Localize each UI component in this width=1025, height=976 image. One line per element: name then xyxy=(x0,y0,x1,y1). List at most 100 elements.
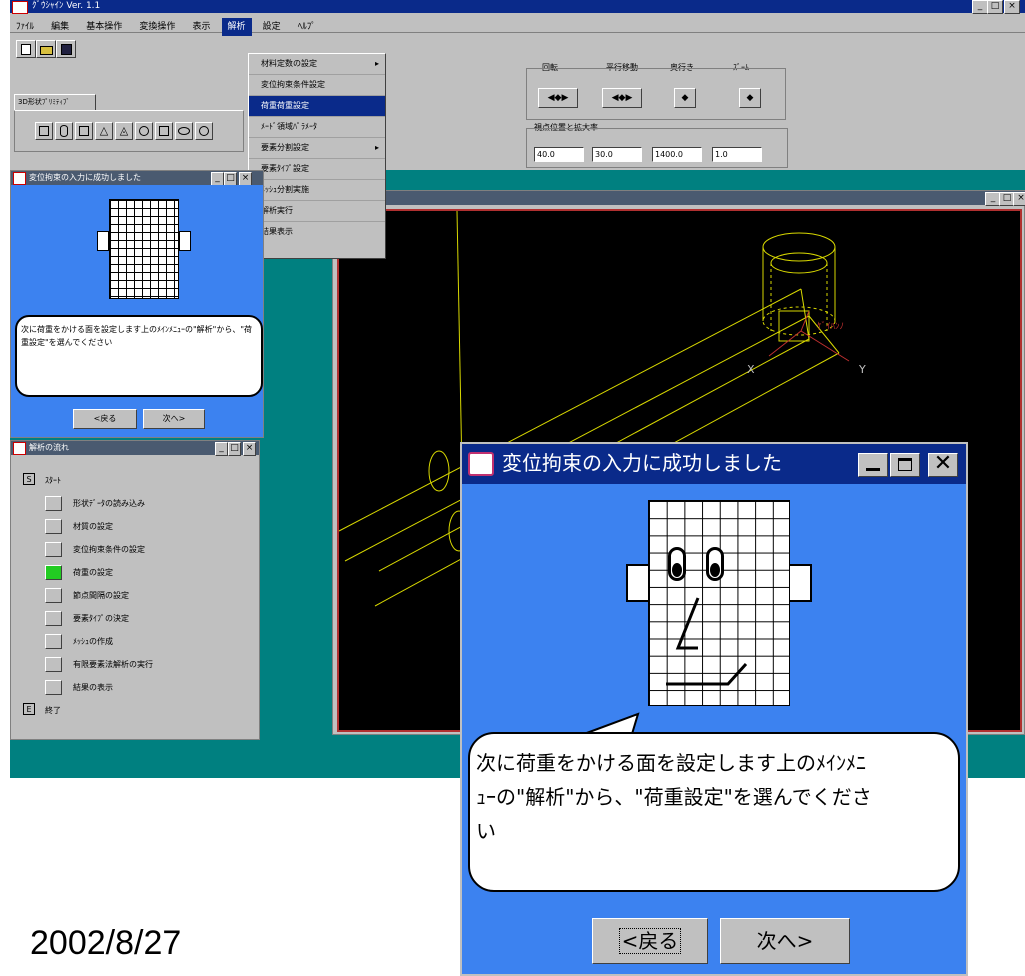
small-robot-ear-right xyxy=(179,231,191,251)
small-assistant-title: 変位拘束の入力に成功しました xyxy=(29,173,141,182)
menu-bar: ﾌｧｲﾙ 編集 基本操作 変換操作 表示 解析 設定 ﾍﾙﾌﾟ xyxy=(10,14,1025,36)
maximize-button[interactable]: □ xyxy=(987,0,1003,14)
submenu-arrow-icon: ▸ xyxy=(374,59,379,68)
viewpoint-field-3[interactable]: 1400.0 xyxy=(652,147,702,162)
small-assistant-close-button[interactable]: × xyxy=(239,172,252,185)
minimize-button[interactable]: _ xyxy=(972,0,988,14)
menu-item-show-results[interactable]: 結果表示 xyxy=(249,222,385,242)
assistant-minimize-button[interactable] xyxy=(858,453,888,477)
menu-settings[interactable]: 設定 xyxy=(257,18,287,36)
small-robot-face xyxy=(109,199,179,299)
task-row-displacement-constraint[interactable]: 変位拘束条件の設定 xyxy=(11,538,259,561)
rotate-arrows-icon: ◀◆▶ xyxy=(547,93,569,103)
menu-item-load-setting[interactable]: 荷重荷重設定 xyxy=(249,96,385,117)
start-marker: S xyxy=(23,473,35,485)
torus-primitive-button[interactable] xyxy=(175,122,193,140)
close-button[interactable]: × xyxy=(1004,0,1020,14)
next-button[interactable]: 次へ> xyxy=(720,918,850,964)
viewpoint-field-1[interactable]: 40.0 xyxy=(534,147,584,162)
task-row-material[interactable]: 材質の設定 xyxy=(11,515,259,538)
assistant-maximize-button[interactable] xyxy=(890,453,920,477)
viewpoint-field-4[interactable]: 1.0 xyxy=(712,147,762,162)
task-label: ﾒｯｼｭの作成 xyxy=(73,637,113,646)
rotate-control[interactable]: ◀◆▶ xyxy=(538,88,578,108)
new-file-button[interactable] xyxy=(16,40,36,58)
menu-item-material-constants[interactable]: 材料定数の設定 ▸ xyxy=(249,54,385,75)
open-file-button[interactable] xyxy=(36,40,56,58)
back-button[interactable]: <戻る xyxy=(592,918,708,964)
menu-item-element-type-label: 要素ﾀｲﾌﾟ設定 xyxy=(261,164,309,173)
menu-file[interactable]: ﾌｧｲﾙ xyxy=(10,18,40,36)
task-label: 要素ﾀｲﾌﾟの決定 xyxy=(73,614,129,623)
task-flow-minimize-button[interactable]: _ xyxy=(215,442,228,456)
task-status-box xyxy=(45,542,62,557)
task-row-element-type[interactable]: 要素ﾀｲﾌﾟの決定 xyxy=(11,607,259,630)
viewport-close-button[interactable]: × xyxy=(1013,192,1025,206)
sphere-icon xyxy=(139,126,149,136)
box-icon xyxy=(39,126,49,136)
task-status-box xyxy=(45,519,62,534)
small-back-button[interactable]: <戻る xyxy=(73,409,137,429)
pan-control[interactable]: ◀◆▶ xyxy=(602,88,642,108)
footer-date: 2002/8/27 xyxy=(30,924,182,962)
cylinder-primitive-button[interactable] xyxy=(55,122,73,140)
menu-help[interactable]: ﾍﾙﾌﾟ xyxy=(292,18,322,36)
menu-item-element-division[interactable]: 要素分割設定 ▸ xyxy=(249,138,385,159)
depth-control[interactable]: ◆ xyxy=(674,88,696,108)
task-row-load-shape[interactable]: 形状ﾃﾞｰﾀの読み込み xyxy=(11,492,259,515)
cone-primitive-button[interactable]: △ xyxy=(95,122,113,140)
viewpoint-field-2[interactable]: 30.0 xyxy=(592,147,642,162)
menu-item-run-analysis[interactable]: 解析実行 xyxy=(249,201,385,222)
menu-analysis[interactable]: 解析 xyxy=(221,18,252,36)
pyramid-icon: ◬ xyxy=(119,124,129,137)
small-assistant-minimize-button[interactable]: _ xyxy=(211,172,224,185)
save-file-button[interactable] xyxy=(56,40,76,58)
task-status-box xyxy=(45,588,62,603)
small-next-button-label: 次へ> xyxy=(162,414,186,423)
task-row-mesh[interactable]: ﾒｯｼｭの作成 xyxy=(11,630,259,653)
pipe-primitive-button[interactable] xyxy=(195,122,213,140)
cube-icon xyxy=(79,126,89,136)
task-row-node-spacing[interactable]: 節点間隔の設定 xyxy=(11,584,259,607)
task-flow-app-icon xyxy=(13,442,26,455)
pan-arrows-icon: ◀◆▶ xyxy=(611,93,633,103)
cylinder-icon xyxy=(60,125,68,137)
assistant-app-icon xyxy=(13,172,26,185)
cone-icon: △ xyxy=(99,124,109,137)
prism-primitive-button[interactable] xyxy=(155,122,173,140)
menu-item-show-results-label: 結果表示 xyxy=(261,227,293,236)
depth-arrows-icon: ◆ xyxy=(681,93,689,103)
task-row-fem-run[interactable]: 有限要素法解析の実行 xyxy=(11,653,259,676)
zoom-control[interactable]: ◆ xyxy=(739,88,761,108)
minimize-icon xyxy=(866,468,880,471)
menu-view[interactable]: 表示 xyxy=(186,18,216,36)
assistant-close-button[interactable]: ✕ xyxy=(928,453,958,477)
box-primitive-button[interactable] xyxy=(35,122,53,140)
cube-primitive-button[interactable] xyxy=(75,122,93,140)
task-flow-title-bar: 解析の流れ _ □ × xyxy=(11,441,259,456)
tab-3d-primitives[interactable]: 3D形状ﾌﾟﾘﾐﾃｨﾌﾞ xyxy=(14,94,96,110)
task-status-box xyxy=(45,680,62,695)
menu-basic-ops[interactable]: 基本操作 xyxy=(80,18,128,36)
small-next-button[interactable]: 次へ> xyxy=(143,409,205,429)
sphere-primitive-button[interactable] xyxy=(135,122,153,140)
close-icon: ✕ xyxy=(933,451,953,476)
menu-item-displacement-constraint[interactable]: 変位拘束条件設定 xyxy=(249,75,385,96)
pyramid-primitive-button[interactable]: ◬ xyxy=(115,122,133,140)
menu-item-element-type[interactable]: 要素ﾀｲﾌﾟ設定 xyxy=(249,159,385,180)
pipe-icon xyxy=(199,126,209,136)
assistant-title-bar: 変位拘束の入力に成功しました ✕ xyxy=(462,444,966,484)
menu-item-mode-parameters[interactable]: ﾒｰﾄﾞ領域ﾊﾟﾗﾒｰﾀ xyxy=(249,117,385,138)
menu-edit[interactable]: 編集 xyxy=(45,18,75,36)
small-robot-ear-left xyxy=(97,231,109,251)
small-assistant-maximize-button[interactable]: □ xyxy=(224,172,237,185)
menu-item-mesh-generation[interactable]: ﾒｯｼｭ分割実施 xyxy=(249,180,385,201)
task-flow-maximize-button[interactable]: □ xyxy=(228,442,241,456)
task-flow-close-button[interactable]: × xyxy=(243,442,256,456)
menu-item-mesh-generation-label: ﾒｯｼｭ分割実施 xyxy=(261,185,309,194)
task-status-box xyxy=(45,657,62,672)
new-file-icon xyxy=(21,44,31,55)
menu-transform-ops[interactable]: 変換操作 xyxy=(133,18,181,36)
task-row-results[interactable]: 結果の表示 xyxy=(11,676,259,699)
task-row-load[interactable]: 荷重の設定 xyxy=(11,561,259,584)
